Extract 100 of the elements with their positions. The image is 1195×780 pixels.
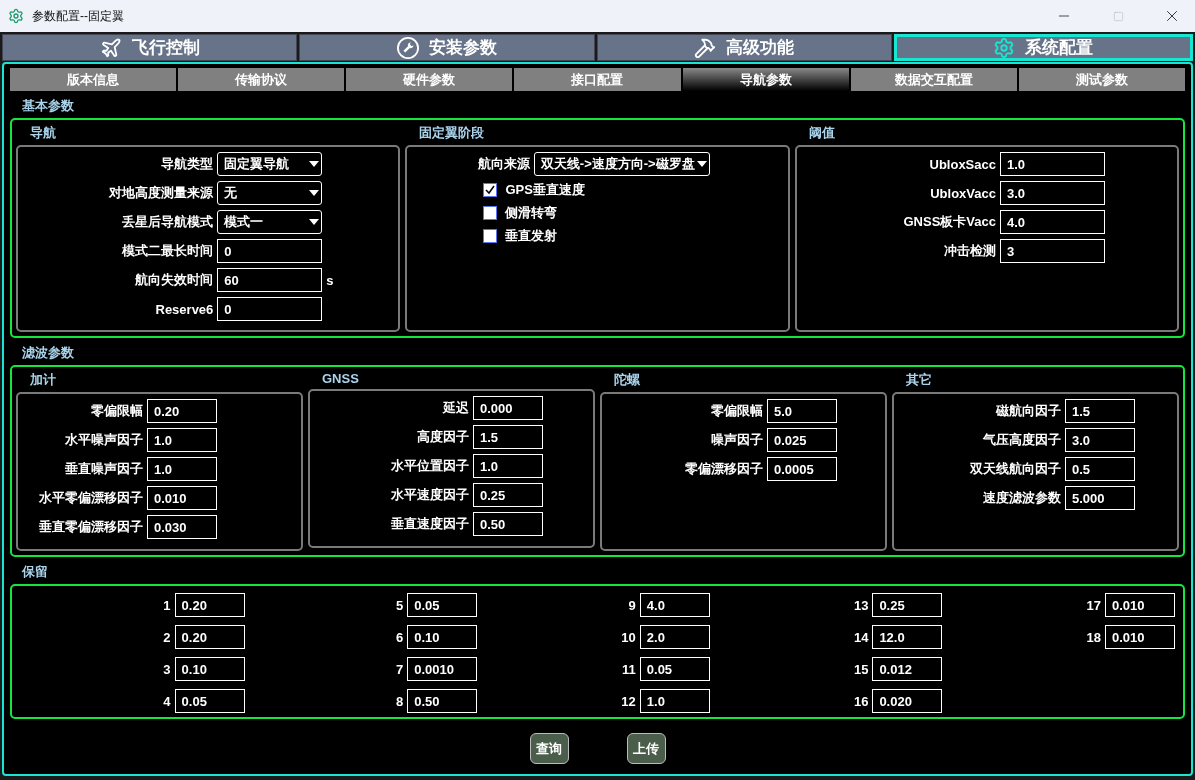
checkbox[interactable] [483,206,498,220]
dropdown[interactable]: 无 [217,181,323,205]
caret-icon [696,161,707,167]
gear-icon [993,36,1016,59]
group-title: 其它 [906,371,932,389]
action-button[interactable]: 上传 [626,733,666,764]
checkbox[interactable] [483,183,498,197]
dropdown[interactable]: 双天线->速度方向->磁罗盘 [533,152,710,176]
field-label: 1 [163,597,171,613]
input-field[interactable]: 0.10 [174,657,245,681]
checkbox-label: GPS垂直速度 [505,181,585,199]
input-field[interactable]: 5.0 [767,399,837,423]
input-field[interactable]: 0 [217,239,323,263]
field-label: 高度因子 [417,428,469,446]
input-field[interactable]: 0.010 [1105,625,1175,649]
wrench-icon [396,36,419,59]
group-title: 固定翼阶段 [419,124,485,142]
input-field[interactable]: 3.0 [1000,181,1105,205]
input-field[interactable]: 0.0010 [407,657,478,681]
sub-tab[interactable]: 版本信息 [10,68,177,91]
sub-tab[interactable]: 数据交互配置 [850,68,1017,91]
field-label: 4 [163,693,171,709]
checkbox-label: 侧滑转弯 [505,204,558,222]
plane-icon [99,36,122,59]
field-label: 对地高度测量来源 [109,184,214,202]
input-field[interactable]: 0.05 [639,657,710,681]
input-field[interactable]: 0.25 [473,483,543,507]
field-label: UbloxSacc [929,156,996,172]
field-label: UbloxVacc [930,185,996,201]
field-label: 5 [395,597,404,613]
input-field[interactable]: 1.0 [147,457,217,481]
input-field[interactable]: 4.0 [639,593,710,617]
input-field[interactable]: 0.025 [767,428,837,452]
field-label: 零偏限幅 [711,402,763,420]
input-field[interactable]: 1.0 [1000,152,1105,176]
caret-icon [309,190,320,196]
checkbox[interactable] [483,229,498,243]
field-label: 丢星后导航模式 [122,213,214,231]
field-label: 冲击检测 [944,242,996,260]
field-label: 零偏漂移因子 [685,460,763,478]
field-label: 6 [395,629,404,645]
input-field[interactable]: 1.0 [639,689,710,713]
field-label: 零偏限幅 [91,402,143,420]
sub-tab[interactable]: 传输协议 [178,68,345,91]
sub-tab[interactable]: 接口配置 [514,68,681,91]
field-label: 磁航向因子 [996,402,1061,420]
sub-tab[interactable]: 导航参数 [682,68,849,91]
field-label: 模式二最长时间 [122,242,214,260]
input-field[interactable]: 1.0 [147,428,217,452]
input-field[interactable]: 0.020 [872,689,943,713]
field-label: 水平零偏漂移因子 [39,489,143,507]
sub-tab[interactable]: 测试参数 [1018,68,1185,91]
dropdown[interactable]: 固定翼导航 [217,152,323,176]
input-field[interactable]: 0.05 [407,593,478,617]
field-label: 延迟 [443,399,469,417]
input-field[interactable]: 3 [1000,239,1105,263]
main-tab[interactable]: 高级功能 [596,34,892,61]
input-field[interactable]: 0.25 [872,593,943,617]
sub-tab[interactable]: 硬件参数 [346,68,513,91]
input-field[interactable]: 0.50 [473,512,543,536]
input-field[interactable]: 2.0 [639,625,710,649]
main-tab[interactable]: 系统配置 [893,34,1193,61]
input-field[interactable]: 0.010 [147,486,217,510]
field-label: 13 [853,597,869,613]
input-field[interactable]: 0.50 [407,689,478,713]
field-label: 2 [163,629,171,645]
field-label: 水平噪声因子 [65,431,143,449]
input-field[interactable]: 1.5 [1065,399,1135,423]
field-label: 11 [622,661,636,677]
main-tab[interactable]: 飞行控制 [2,34,298,61]
section-title: 滤波参数 [22,344,74,362]
input-field[interactable]: 4.0 [1000,210,1105,234]
input-field[interactable]: 1.0 [473,454,543,478]
field-label: 9 [628,597,636,613]
input-field[interactable]: 0.030 [147,515,217,539]
input-field[interactable]: 0.10 [407,625,478,649]
input-field[interactable]: 0.010 [1105,593,1175,617]
input-field[interactable]: 60 [217,268,323,292]
main-tab[interactable]: 安装参数 [299,34,595,61]
field-label: 垂直噪声因子 [65,460,143,478]
input-field[interactable]: 0.20 [147,399,217,423]
field-label: 18 [1086,629,1101,645]
group-title: 阈值 [808,124,835,142]
input-field[interactable]: 0.0005 [767,457,837,481]
input-field[interactable]: 0.20 [174,625,245,649]
input-field[interactable]: 3.0 [1065,428,1135,452]
input-field[interactable]: 0.5 [1065,457,1135,481]
action-button[interactable]: 查询 [529,733,569,764]
input-field[interactable]: 12.0 [872,625,943,649]
input-field[interactable]: 0.012 [872,657,943,681]
input-field[interactable]: 1.5 [473,425,543,449]
section-title: 基本参数 [22,97,74,115]
input-field[interactable]: 0 [217,297,323,321]
input-field[interactable]: 0.05 [174,689,245,713]
input-field[interactable]: 5.000 [1065,486,1135,510]
input-field[interactable]: 0.000 [473,396,543,420]
dropdown[interactable]: 模式一 [217,210,323,234]
input-field[interactable]: 0.20 [174,593,245,617]
field-label: 8 [395,693,404,709]
app-icon [8,8,24,24]
